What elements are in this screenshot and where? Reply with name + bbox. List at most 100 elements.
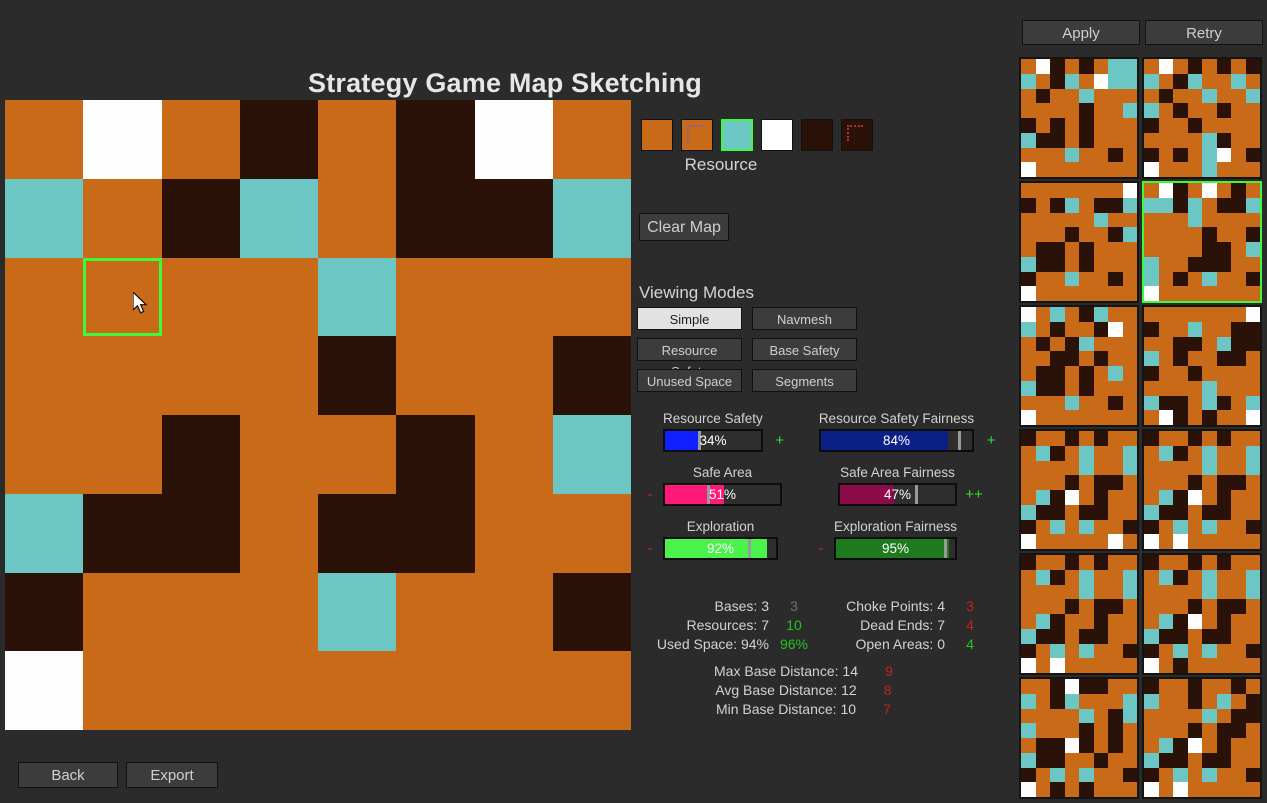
- map-cell[interactable]: [83, 493, 162, 573]
- map-variant-thumbnail[interactable]: [1142, 57, 1262, 179]
- map-cell[interactable]: [83, 415, 162, 494]
- map-cell[interactable]: [552, 415, 631, 494]
- map-variant-thumbnail[interactable]: [1019, 429, 1139, 551]
- map-variant-thumbnail[interactable]: [1019, 553, 1139, 675]
- map-cell[interactable]: [396, 178, 475, 258]
- map-cell[interactable]: [5, 100, 84, 179]
- map-variant-thumbnail[interactable]: [1142, 305, 1262, 427]
- map-cell[interactable]: [239, 336, 318, 415]
- map-cell[interactable]: [239, 257, 318, 337]
- map-cell[interactable]: [552, 651, 631, 730]
- map-cell[interactable]: [318, 493, 397, 573]
- map-cell[interactable]: [5, 572, 84, 652]
- map-cell[interactable]: [318, 336, 397, 415]
- map-cell[interactable]: [161, 100, 240, 179]
- map-cell[interactable]: [239, 572, 318, 652]
- palette-swatch-wall-dark[interactable]: [801, 119, 833, 151]
- map-cell[interactable]: [396, 493, 475, 573]
- map-cell[interactable]: [83, 100, 162, 179]
- map-cell[interactable]: [552, 100, 631, 179]
- map-cell[interactable]: [318, 651, 397, 730]
- map-cell[interactable]: [83, 178, 162, 258]
- viewing-modes-group[interactable]: Simple Navmesh Resource Safety Base Safety U…: [637, 307, 857, 392]
- map-variant-thumbnail[interactable]: [1142, 677, 1262, 799]
- map-cell[interactable]: [161, 493, 240, 573]
- viewing-mode-simple[interactable]: Simple: [637, 307, 742, 330]
- map-cell[interactable]: [161, 178, 240, 258]
- thumbnail-cell: [1122, 723, 1137, 738]
- map-cell[interactable]: [552, 572, 631, 652]
- map-canvas[interactable]: [5, 100, 631, 730]
- map-cell[interactable]: [396, 651, 475, 730]
- map-cell[interactable]: [474, 178, 553, 258]
- map-variant-thumbnail[interactable]: [1019, 57, 1139, 179]
- apply-button[interactable]: Apply: [1022, 20, 1140, 45]
- export-button[interactable]: Export: [126, 762, 218, 788]
- palette-swatch-base-white[interactable]: [761, 119, 793, 151]
- map-cell[interactable]: [552, 493, 631, 573]
- map-cell[interactable]: [396, 100, 475, 179]
- tile-palette[interactable]: [641, 119, 873, 151]
- map-cell[interactable]: [239, 415, 318, 494]
- palette-swatch-resource-cyan[interactable]: [721, 119, 753, 151]
- map-cell[interactable]: [396, 572, 475, 652]
- palette-swatch-wall-dark-marked[interactable]: [841, 119, 873, 151]
- map-cell[interactable]: [83, 257, 162, 337]
- map-cell[interactable]: [474, 493, 553, 573]
- map-cell[interactable]: [474, 336, 553, 415]
- back-button[interactable]: Back: [18, 762, 118, 788]
- map-cell[interactable]: [396, 336, 475, 415]
- map-variant-thumbnail[interactable]: [1019, 181, 1139, 303]
- thumbnail-cell: [1245, 628, 1260, 644]
- map-cell[interactable]: [474, 100, 553, 179]
- map-cell[interactable]: [5, 493, 84, 573]
- retry-button[interactable]: Retry: [1145, 20, 1263, 45]
- map-cell[interactable]: [5, 651, 84, 730]
- viewing-mode-segments[interactable]: Segments: [752, 369, 857, 392]
- viewing-mode-navmesh[interactable]: Navmesh: [752, 307, 857, 330]
- viewing-mode-resource-safety[interactable]: Resource Safety: [637, 338, 742, 379]
- map-variant-thumbnail[interactable]: [1019, 305, 1139, 427]
- map-cell[interactable]: [161, 572, 240, 652]
- map-cell[interactable]: [161, 415, 240, 494]
- map-cell[interactable]: [5, 257, 84, 337]
- map-cell[interactable]: [552, 336, 631, 415]
- map-cell[interactable]: [161, 257, 240, 337]
- map-cell[interactable]: [552, 257, 631, 337]
- map-cell[interactable]: [83, 336, 162, 415]
- map-cell[interactable]: [83, 651, 162, 730]
- map-cell[interactable]: [318, 257, 397, 337]
- map-cell[interactable]: [318, 572, 397, 652]
- map-variant-thumbnail[interactable]: [1142, 181, 1262, 303]
- map-cell[interactable]: [239, 178, 318, 258]
- map-cell[interactable]: [474, 651, 553, 730]
- map-cell[interactable]: [552, 178, 631, 258]
- map-variant-thumbnail[interactable]: [1142, 553, 1262, 675]
- map-cell[interactable]: [161, 336, 240, 415]
- thumbnail-cell: [1064, 504, 1079, 520]
- map-cell[interactable]: [161, 651, 240, 730]
- map-cell[interactable]: [5, 178, 84, 258]
- viewing-mode-unused-space[interactable]: Unused Space: [637, 369, 742, 392]
- map-cell[interactable]: [239, 651, 318, 730]
- viewing-mode-base-safety[interactable]: Base Safety: [752, 338, 857, 361]
- map-cell[interactable]: [239, 493, 318, 573]
- map-cell[interactable]: [474, 257, 553, 337]
- map-cell[interactable]: [474, 572, 553, 652]
- map-cell[interactable]: [396, 257, 475, 337]
- map-cell[interactable]: [474, 415, 553, 494]
- map-cell[interactable]: [5, 415, 84, 494]
- map-variant-gallery[interactable]: [1019, 57, 1264, 799]
- map-cell[interactable]: [396, 415, 475, 494]
- palette-swatch-floor-orange[interactable]: [641, 119, 673, 151]
- map-cell[interactable]: [5, 336, 84, 415]
- map-cell[interactable]: [318, 415, 397, 494]
- map-cell[interactable]: [318, 178, 397, 258]
- map-cell[interactable]: [318, 100, 397, 179]
- palette-swatch-floor-orange-marked[interactable]: [681, 119, 713, 151]
- map-variant-thumbnail[interactable]: [1019, 677, 1139, 799]
- map-cell[interactable]: [83, 572, 162, 652]
- clear-map-button[interactable]: Clear Map: [639, 213, 729, 241]
- map-cell[interactable]: [239, 100, 318, 179]
- map-variant-thumbnail[interactable]: [1142, 429, 1262, 551]
